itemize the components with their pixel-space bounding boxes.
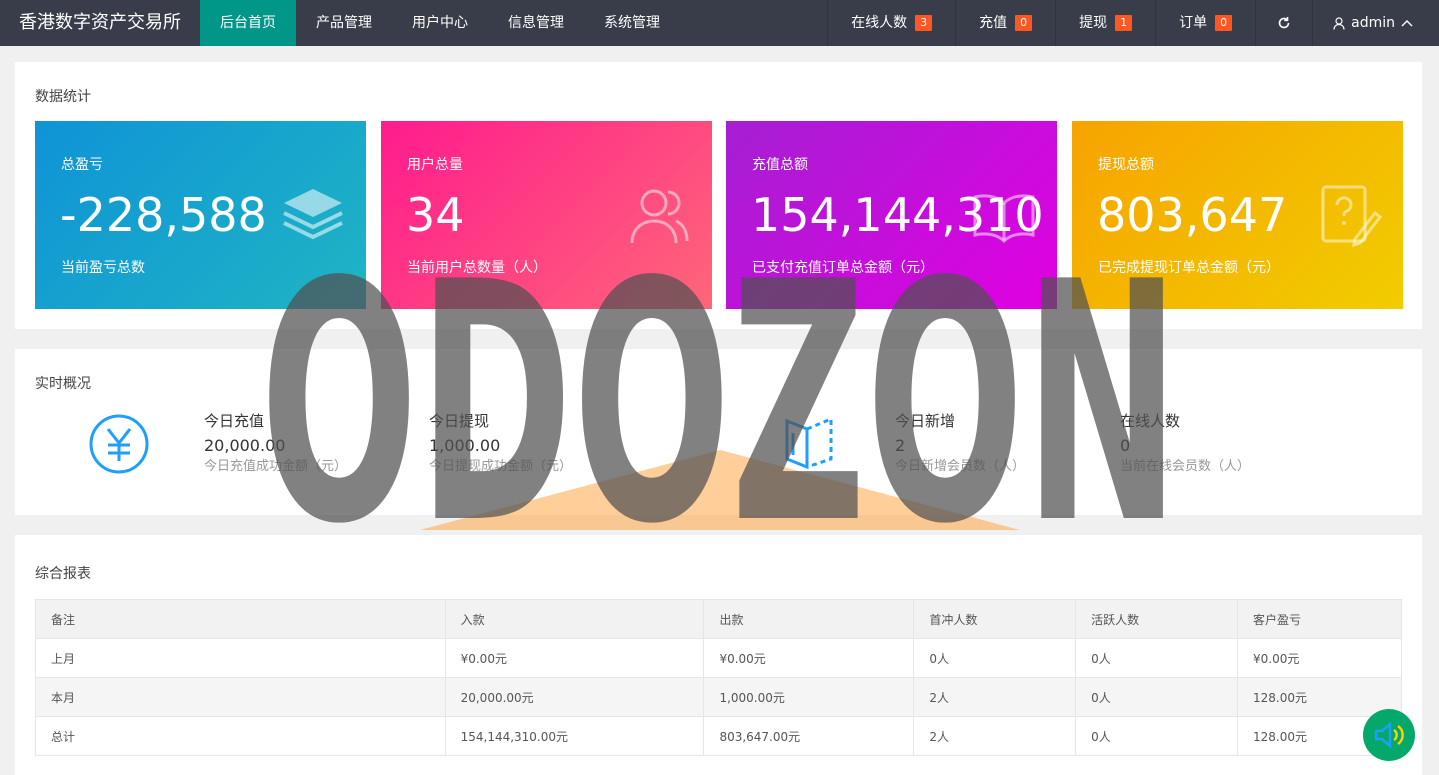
column-header: 首冲人数 — [913, 599, 1077, 639]
online-title: 在线人数 — [1120, 412, 1181, 430]
nav-system[interactable]: 系统管理 — [584, 0, 680, 46]
column-header: 客户盈亏 — [1237, 599, 1402, 639]
nav-home[interactable]: 后台首页 — [200, 0, 296, 46]
username: admin — [1351, 15, 1395, 31]
main-nav: 后台首页 产品管理 用户中心 信息管理 系统管理 — [200, 0, 680, 46]
refresh-icon — [1278, 17, 1290, 29]
stat-card-value: 34 — [406, 188, 465, 242]
table-row: 上月 ¥0.00元 ¥0.00元 0人 0人 ¥0.00元 — [35, 638, 1402, 678]
stat-card-value: 803,647 — [1097, 188, 1288, 242]
table-row: 总计 154,144,310.00元 803,647.00元 2人 0人 128… — [35, 716, 1402, 756]
stat-card-label: 用户总量 — [407, 157, 463, 173]
chevron-up-icon — [1401, 20, 1413, 27]
nav-products[interactable]: 产品管理 — [296, 0, 392, 46]
refresh-button[interactable] — [1255, 0, 1312, 46]
table-cell: 803,647.00元 — [703, 716, 915, 756]
table-cell: 1,000.00元 — [703, 677, 915, 717]
book-icon — [973, 194, 1035, 244]
today-recharge-desc: 今日充值成功金额（元） — [204, 459, 348, 474]
table-cell: 154,144,310.00元 — [444, 716, 705, 756]
today-withdraw: 今日提现 1,000.00 今日提现成功金额（元） — [429, 411, 572, 476]
today-new-value: 2 — [895, 436, 906, 455]
orders-label: 订单 — [1179, 15, 1208, 31]
user-icon — [1333, 16, 1345, 30]
today-recharge: 今日充值 20,000.00 今日充值成功金额（元） — [204, 411, 347, 476]
audio-float-button[interactable] — [1363, 709, 1415, 761]
withdraw-badge: 1 — [1115, 15, 1133, 31]
brand-title: 香港数字资产交易所 — [19, 12, 181, 33]
table-cell: 20,000.00元 — [444, 677, 705, 717]
user-menu[interactable]: admin — [1312, 0, 1439, 46]
column-header: 活跃人数 — [1075, 599, 1239, 639]
stat-card-desc: 已支付充值订单总金额（元） — [752, 260, 934, 276]
stat-card-profit: 总盈亏 -228,588 当前盈亏总数 — [35, 121, 366, 309]
yuan-icon — [89, 414, 149, 474]
table-cell: 0人 — [1075, 677, 1239, 717]
withdraw-link[interactable]: 提现 1 — [1055, 0, 1155, 46]
stat-card-users: 用户总量 34 当前用户总数量（人） — [381, 121, 712, 309]
stat-card-withdraw: 提现总额 803,647 已完成提现订单总金额（元） — [1072, 121, 1403, 309]
table-cell: 0人 — [1075, 638, 1239, 678]
realtime-title: 实时概况 — [35, 376, 91, 392]
online-count-link[interactable]: 在线人数 3 — [827, 0, 955, 46]
today-new-desc: 今日新增会员数（人） — [895, 459, 1026, 474]
report-title: 综合报表 — [35, 566, 91, 582]
table-cell: 上月 — [35, 638, 446, 678]
speaker-icon — [1374, 721, 1404, 749]
nav-users[interactable]: 用户中心 — [392, 0, 488, 46]
nav-info[interactable]: 信息管理 — [488, 0, 584, 46]
stat-card-recharge: 充值总额 154,144,310 已支付充值订单总金额（元） — [726, 121, 1057, 309]
table-cell: 0人 — [1075, 716, 1239, 756]
table-cell: 2人 — [913, 716, 1077, 756]
table-cell: ¥0.00元 — [444, 638, 705, 678]
table-cell: 本月 — [35, 677, 446, 717]
online-desc: 当前在线会员数（人） — [1120, 459, 1251, 474]
right-nav: 在线人数 3 充值 0 提现 1 订单 0 admin — [827, 0, 1439, 46]
withdraw-label: 提现 — [1079, 15, 1108, 31]
recharge-link[interactable]: 充值 0 — [955, 0, 1055, 46]
online-count-badge: 3 — [915, 15, 933, 31]
table-header-row: 备注 入款 出款 首冲人数 活跃人数 客户盈亏 — [35, 599, 1402, 639]
report-panel: 综合报表 备注 入款 出款 首冲人数 活跃人数 客户盈亏 上月 ¥0.00元 ¥… — [15, 535, 1422, 775]
table-cell: 2人 — [913, 677, 1077, 717]
table-cell: 总计 — [35, 716, 446, 756]
orders-link[interactable]: 订单 0 — [1155, 0, 1255, 46]
users-icon — [630, 189, 689, 244]
top-navbar: 香港数字资产交易所 后台首页 产品管理 用户中心 信息管理 系统管理 在线人数 … — [0, 0, 1439, 46]
stats-panel: 数据统计 总盈亏 -228,588 当前盈亏总数 用户总量 34 当前用户总数量… — [15, 62, 1422, 329]
stat-card-label: 提现总额 — [1098, 157, 1154, 173]
column-header: 出款 — [703, 599, 915, 639]
table-cell: ¥0.00元 — [703, 638, 915, 678]
recharge-badge: 0 — [1015, 15, 1033, 31]
recharge-label: 充值 — [979, 15, 1008, 31]
column-header: 备注 — [35, 599, 446, 639]
layers-icon — [283, 189, 343, 240]
today-new-members: 今日新增 2 今日新增会员数（人） — [895, 411, 1025, 476]
new-members-icon — [785, 416, 833, 470]
stat-card-desc: 当前用户总数量（人） — [407, 260, 547, 276]
online-value: 0 — [1120, 436, 1131, 455]
today-new-title: 今日新增 — [895, 412, 956, 430]
realtime-panel: 实时概况 今日充值 20,000.00 今日充值成功金额（元） 今日提现 1,0… — [15, 349, 1422, 515]
question-note-icon — [1321, 185, 1383, 248]
table-cell: ¥0.00元 — [1237, 638, 1402, 678]
today-withdraw-title: 今日提现 — [429, 412, 490, 430]
column-header: 入款 — [444, 599, 705, 639]
stat-card-value: -228,588 — [60, 188, 267, 242]
online-count-label: 在线人数 — [851, 15, 908, 31]
online-members: 在线人数 0 当前在线会员数（人） — [1120, 411, 1250, 476]
stat-card-desc: 已完成提现订单总金额（元） — [1098, 260, 1280, 276]
report-table: 备注 入款 出款 首冲人数 活跃人数 客户盈亏 上月 ¥0.00元 ¥0.00元… — [35, 599, 1402, 756]
table-row: 本月 20,000.00元 1,000.00元 2人 0人 128.00元 — [35, 677, 1402, 717]
today-recharge-title: 今日充值 — [204, 412, 265, 430]
stat-card-label: 总盈亏 — [61, 157, 103, 173]
table-cell: 0人 — [913, 638, 1077, 678]
stats-title: 数据统计 — [35, 89, 91, 105]
stat-card-label: 充值总额 — [752, 157, 808, 173]
today-withdraw-desc: 今日提现成功金额（元） — [429, 459, 573, 474]
orders-badge: 0 — [1215, 15, 1233, 31]
today-recharge-value: 20,000.00 — [204, 436, 286, 455]
today-withdraw-value: 1,000.00 — [429, 436, 501, 455]
stat-card-desc: 当前盈亏总数 — [61, 260, 145, 276]
